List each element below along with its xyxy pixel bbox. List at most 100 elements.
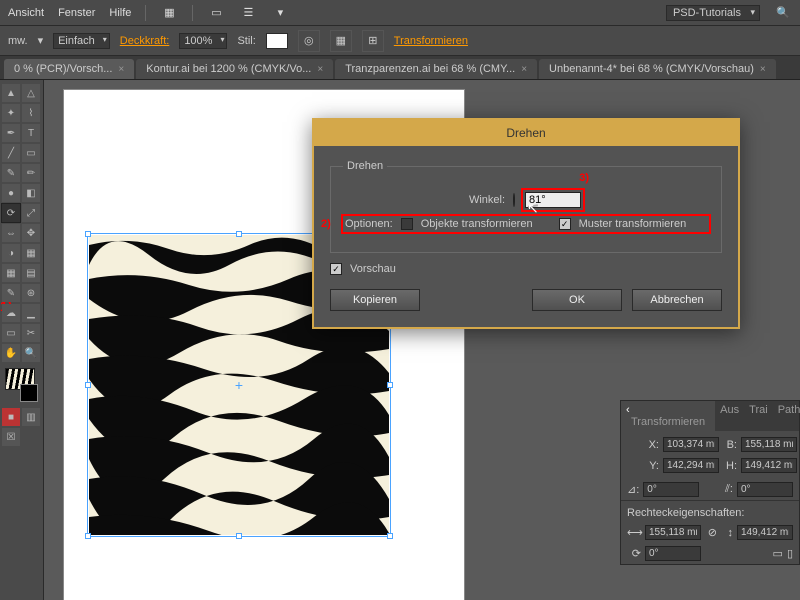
angle-knob[interactable] — [513, 193, 515, 207]
none-mode[interactable]: ☒ — [2, 428, 20, 446]
mesh-tool[interactable]: ▦ — [2, 264, 20, 282]
handle[interactable] — [387, 382, 393, 388]
reference-point[interactable] — [627, 443, 629, 467]
deckkraft-label[interactable]: Deckkraft: — [120, 35, 170, 47]
close-icon[interactable]: × — [118, 64, 124, 75]
scale-tool[interactable]: ⤢ — [22, 204, 40, 222]
doc-setup-icon[interactable]: ◎ — [298, 30, 320, 52]
direct-select-tool[interactable]: △ — [22, 84, 40, 102]
artboard-tool[interactable]: ▭ — [2, 324, 20, 342]
zoom-tool[interactable]: 🔍 — [22, 344, 40, 362]
tool-panel: ▲△ ✦⌇ ✒T ╱▭ ✎✏ ●◧ ⟳⤢ ⇔✥ ◑▦ ▦▤ ✎⊛ ☁▁ ▭✂ ✋… — [0, 80, 44, 600]
objekte-checkbox[interactable] — [401, 218, 413, 230]
close-icon[interactable]: × — [521, 64, 527, 75]
options-bar: mw. ▾ Einfach Deckkraft: 100% Stil: ◎ ▦ … — [0, 26, 800, 56]
blend-tool[interactable]: ⊛ — [22, 284, 40, 302]
handle[interactable] — [387, 533, 393, 539]
blob-tool[interactable]: ● — [2, 184, 20, 202]
line-tool[interactable]: ╱ — [2, 144, 20, 162]
align-icon[interactable]: ▦ — [330, 30, 352, 52]
chevron-down-icon[interactable]: ▾ — [271, 4, 289, 22]
ok-button[interactable]: OK — [532, 289, 622, 311]
search-icon[interactable]: 🔍 — [774, 4, 792, 22]
free-transform-tool[interactable]: ✥ — [22, 224, 40, 242]
handle[interactable] — [236, 231, 242, 237]
kopieren-button[interactable]: Kopieren — [330, 289, 420, 311]
rotate-tool[interactable]: ⟳ — [2, 204, 20, 222]
style-swatch[interactable] — [266, 33, 288, 49]
vorschau-checkbox[interactable]: ✓ — [330, 263, 342, 275]
eraser-tool[interactable]: ◧ — [22, 184, 40, 202]
flip-h-icon[interactable]: ▭ — [773, 547, 783, 560]
slice-tool[interactable]: ✂ — [22, 324, 40, 342]
stroke-profile[interactable]: Einfach — [53, 33, 110, 49]
symbol-tool[interactable]: ☁ — [2, 304, 20, 322]
panel-tabs: ‹ Transformieren Aus Trai Path — [621, 401, 799, 431]
flip-v-icon[interactable]: ▯ — [787, 547, 793, 560]
x-input[interactable] — [663, 437, 719, 452]
doc-tab[interactable]: 0 % (PCR)/Vorsch...× — [4, 59, 134, 79]
brush-tool[interactable]: ✎ — [2, 164, 20, 182]
y-input[interactable] — [663, 458, 719, 473]
width-tool[interactable]: ⇔ — [2, 224, 20, 242]
layout2-icon[interactable]: ☰ — [239, 4, 257, 22]
handle[interactable] — [85, 231, 91, 237]
transform-link[interactable]: Transformieren — [394, 35, 468, 47]
chevron-icon[interactable]: ▾ — [38, 34, 44, 47]
group-label: Drehen — [343, 160, 387, 172]
pencil-tool[interactable]: ✏ — [22, 164, 40, 182]
transform-icon[interactable]: ⊞ — [362, 30, 384, 52]
menu-ansicht[interactable]: Ansicht — [8, 7, 44, 19]
rang-input[interactable] — [645, 546, 701, 561]
workspace-dropdown[interactable]: PSD-Tutorials — [666, 5, 760, 21]
tab-aus[interactable]: Aus — [715, 401, 744, 431]
pen-tool[interactable]: ✒ — [2, 124, 20, 142]
mw-label: mw. — [8, 35, 28, 47]
rh-input[interactable] — [737, 525, 793, 540]
close-icon[interactable]: × — [317, 64, 323, 75]
tab-path[interactable]: Path — [773, 401, 800, 431]
selection-tool[interactable]: ▲ — [2, 84, 20, 102]
rect-tool[interactable]: ▭ — [22, 144, 40, 162]
graph-tool[interactable]: ▁ — [22, 304, 40, 322]
abbrechen-button[interactable]: Abbrechen — [632, 289, 722, 311]
type-tool[interactable]: T — [22, 124, 40, 142]
color-mode[interactable]: ■ — [2, 408, 20, 426]
lasso-tool[interactable]: ⌇ — [22, 104, 40, 122]
doc-tab[interactable]: Unbenannt-4* bei 68 % (CMYK/Vorschau)× — [539, 59, 776, 79]
tab-trai[interactable]: Trai — [744, 401, 773, 431]
angle-input[interactable] — [643, 482, 699, 497]
muster-label: Muster transformieren — [579, 218, 687, 230]
doc-tabs: 0 % (PCR)/Vorsch...× Kontur.ai bei 1200 … — [0, 56, 800, 80]
recht-label: Rechteckeigenschaften: — [627, 507, 744, 519]
wand-tool[interactable]: ✦ — [2, 104, 20, 122]
handle[interactable] — [85, 382, 91, 388]
deckkraft-value[interactable]: 100% — [179, 33, 227, 49]
hand-tool[interactable]: ✋ — [2, 344, 20, 362]
objekte-label: Objekte transformieren — [421, 218, 533, 230]
shape-builder-tool[interactable]: ◑ — [2, 244, 20, 262]
doc-tab[interactable]: Tranzparenzen.ai bei 68 % (CMY...× — [335, 59, 537, 79]
gradient-tool[interactable]: ▤ — [22, 264, 40, 282]
tab-transform[interactable]: ‹ Transformieren — [621, 401, 715, 431]
fill-stroke-swatch[interactable] — [5, 368, 38, 402]
muster-checkbox[interactable]: ✓ — [559, 218, 571, 230]
handle[interactable] — [85, 533, 91, 539]
rw-input[interactable] — [645, 525, 701, 540]
b-input[interactable] — [741, 437, 797, 452]
menu-bar: Ansicht Fenster Hilfe ▦ ▭ ☰ ▾ PSD-Tutori… — [0, 0, 800, 26]
annotation-2: 2) — [321, 218, 331, 230]
layout-icon[interactable]: ▭ — [207, 4, 225, 22]
eyedropper-tool[interactable]: ✎ — [2, 284, 20, 302]
bridge-icon[interactable]: ▦ — [160, 4, 178, 22]
h-input[interactable] — [741, 458, 797, 473]
handle[interactable] — [236, 533, 242, 539]
menu-hilfe[interactable]: Hilfe — [109, 7, 131, 19]
doc-tab[interactable]: Kontur.ai bei 1200 % (CMYK/Vo...× — [136, 59, 333, 79]
gradient-mode[interactable]: ▥ — [22, 408, 40, 426]
menu-fenster[interactable]: Fenster — [58, 7, 95, 19]
close-icon[interactable]: × — [760, 64, 766, 75]
dialog-title[interactable]: Drehen — [314, 120, 738, 146]
shear-input[interactable] — [737, 482, 793, 497]
perspective-tool[interactable]: ▦ — [22, 244, 40, 262]
